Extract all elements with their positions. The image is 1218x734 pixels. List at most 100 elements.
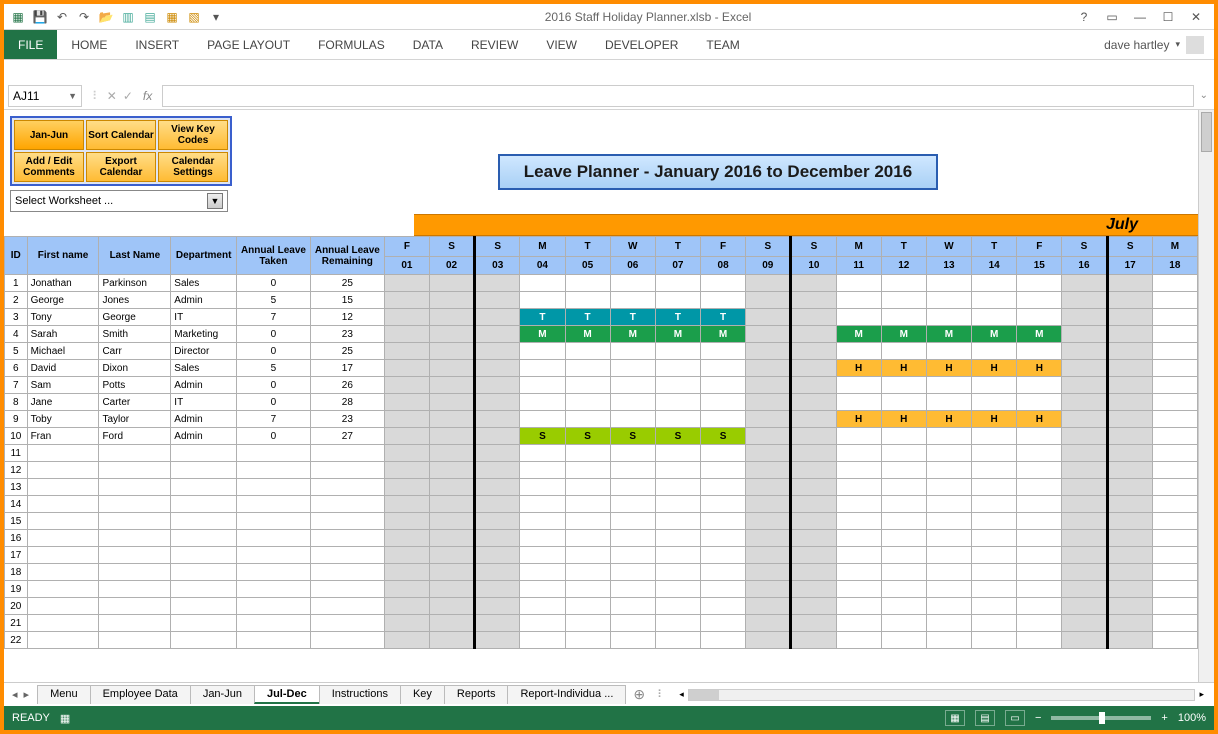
day-cell[interactable] — [836, 581, 881, 598]
day-cell[interactable]: T — [520, 309, 565, 326]
day-cell[interactable] — [1107, 275, 1152, 292]
cell[interactable]: Admin — [171, 377, 237, 394]
day-cell[interactable] — [475, 360, 520, 377]
cell[interactable]: 16 — [5, 530, 28, 547]
day-cell[interactable] — [1062, 632, 1107, 649]
day-cell[interactable] — [610, 564, 655, 581]
day-cell[interactable] — [881, 309, 926, 326]
day-cell[interactable] — [384, 462, 429, 479]
day-cell[interactable] — [610, 632, 655, 649]
day-cell[interactable] — [1107, 564, 1152, 581]
day-cell[interactable] — [836, 530, 881, 547]
cell[interactable] — [237, 598, 311, 615]
cell[interactable]: 25 — [310, 343, 384, 360]
formula-input[interactable] — [162, 85, 1193, 107]
day-cell[interactable] — [926, 513, 971, 530]
day-cell[interactable] — [791, 309, 836, 326]
day-cell[interactable] — [1152, 632, 1197, 649]
cell[interactable] — [237, 564, 311, 581]
day-cell[interactable] — [972, 513, 1017, 530]
day-cell[interactable] — [1152, 581, 1197, 598]
cell[interactable]: 26 — [310, 377, 384, 394]
day-cell[interactable] — [746, 394, 791, 411]
day-cell[interactable] — [429, 411, 474, 428]
day-cell[interactable]: H — [881, 360, 926, 377]
day-cell[interactable] — [972, 343, 1017, 360]
day-cell[interactable] — [429, 394, 474, 411]
day-cell[interactable] — [701, 445, 746, 462]
cell[interactable] — [27, 564, 99, 581]
day-cell[interactable] — [1107, 615, 1152, 632]
day-cell[interactable] — [972, 292, 1017, 309]
day-cell[interactable] — [520, 547, 565, 564]
day-cell[interactable] — [565, 513, 610, 530]
day-cell[interactable] — [791, 445, 836, 462]
day-cell[interactable] — [384, 445, 429, 462]
day-cell[interactable] — [972, 564, 1017, 581]
day-cell[interactable] — [746, 428, 791, 445]
day-cell[interactable] — [972, 275, 1017, 292]
cell[interactable]: 17 — [310, 360, 384, 377]
day-cell[interactable] — [701, 615, 746, 632]
day-cell[interactable] — [701, 292, 746, 309]
day-cell[interactable] — [384, 343, 429, 360]
ctrl-btn-add-edit-comments[interactable]: Add / Edit Comments — [14, 152, 84, 182]
day-cell[interactable] — [610, 275, 655, 292]
day-cell[interactable] — [384, 564, 429, 581]
day-cell[interactable] — [1017, 547, 1062, 564]
day-cell[interactable] — [1062, 377, 1107, 394]
cell[interactable] — [310, 598, 384, 615]
day-cell[interactable] — [520, 411, 565, 428]
day-cell[interactable] — [1017, 292, 1062, 309]
next-sheet-icon[interactable]: ▸ — [24, 688, 30, 701]
day-cell[interactable] — [746, 496, 791, 513]
cell[interactable] — [171, 479, 237, 496]
cell[interactable] — [99, 479, 171, 496]
cell[interactable]: 5 — [5, 343, 28, 360]
day-cell[interactable] — [1062, 462, 1107, 479]
day-cell[interactable] — [1062, 496, 1107, 513]
cell[interactable]: 8 — [5, 394, 28, 411]
day-cell[interactable]: H — [972, 411, 1017, 428]
expand-formula-icon[interactable]: ⌄ — [1194, 90, 1214, 101]
day-cell[interactable]: T — [655, 309, 700, 326]
worksheet-select[interactable]: Select Worksheet ... ▼ — [10, 190, 228, 212]
day-cell[interactable] — [1152, 496, 1197, 513]
ctrl-btn-view-key-codes[interactable]: View Key Codes — [158, 120, 228, 150]
cell[interactable] — [171, 530, 237, 547]
cell[interactable] — [27, 632, 99, 649]
day-cell[interactable]: M — [1017, 326, 1062, 343]
sheet-tab-instructions[interactable]: Instructions — [319, 685, 401, 704]
cell[interactable]: 3 — [5, 309, 28, 326]
day-cell[interactable] — [881, 615, 926, 632]
day-cell[interactable]: S — [701, 428, 746, 445]
day-cell[interactable] — [746, 462, 791, 479]
day-cell[interactable] — [520, 496, 565, 513]
day-cell[interactable] — [926, 275, 971, 292]
day-cell[interactable] — [1062, 615, 1107, 632]
day-cell[interactable] — [565, 496, 610, 513]
cell[interactable]: 4 — [5, 326, 28, 343]
day-cell[interactable] — [701, 513, 746, 530]
zoom-slider[interactable] — [1051, 716, 1151, 720]
qat-btn-4[interactable]: ▧ — [186, 9, 202, 25]
day-cell[interactable]: M — [836, 326, 881, 343]
sheet-tab-jul-dec[interactable]: Jul-Dec — [254, 685, 320, 704]
day-cell[interactable] — [1152, 428, 1197, 445]
day-cell[interactable] — [836, 496, 881, 513]
day-cell[interactable] — [520, 513, 565, 530]
cell[interactable]: 12 — [5, 462, 28, 479]
day-cell[interactable] — [565, 564, 610, 581]
cell[interactable]: Sales — [171, 275, 237, 292]
day-cell[interactable] — [881, 479, 926, 496]
cell[interactable]: Admin — [171, 428, 237, 445]
day-cell[interactable] — [429, 581, 474, 598]
day-cell[interactable]: M — [972, 326, 1017, 343]
day-cell[interactable] — [610, 292, 655, 309]
day-cell[interactable] — [384, 411, 429, 428]
day-cell[interactable]: M — [610, 326, 655, 343]
day-cell[interactable] — [972, 428, 1017, 445]
open-icon[interactable]: 📂 — [98, 9, 114, 25]
cell[interactable] — [310, 547, 384, 564]
day-cell[interactable] — [655, 377, 700, 394]
